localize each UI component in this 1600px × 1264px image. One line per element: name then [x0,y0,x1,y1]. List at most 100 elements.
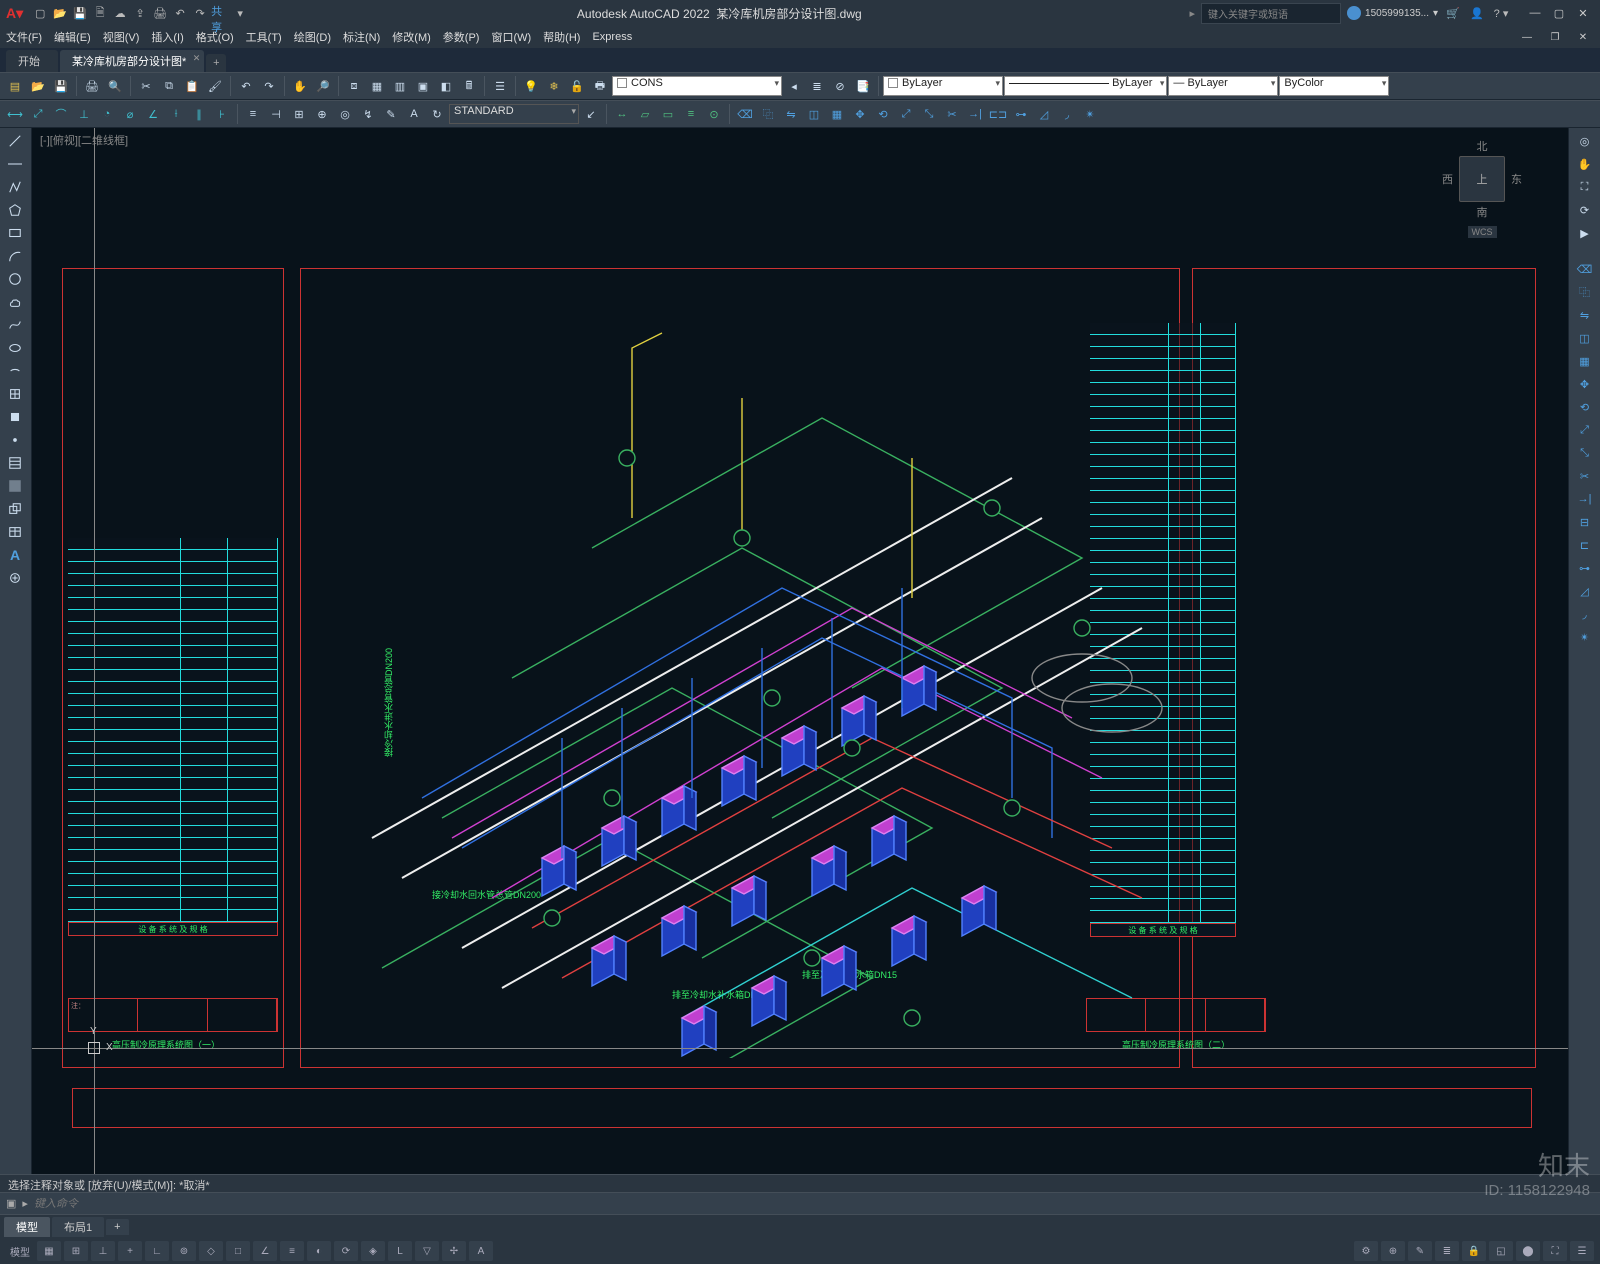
dyn-input-icon[interactable]: + [118,1241,142,1261]
tab-active-drawing[interactable]: 某冷库机房部分设计图*✕ [60,50,204,72]
dim-arc-icon[interactable]: ⌒ [50,103,72,125]
layer-off-icon[interactable]: ⊘ [829,75,851,97]
menu-window[interactable]: 窗口(W) [491,29,531,45]
undo-icon[interactable]: ↶ [235,75,257,97]
mod-scale-icon[interactable]: ⤢ [1572,419,1598,441]
make-block-icon[interactable] [2,406,28,428]
mod-copy-icon[interactable]: ⿻ [1572,281,1598,303]
tab-start[interactable]: 开始 [6,50,58,72]
linetype-control[interactable]: ByLayer [1004,76,1167,96]
menu-dim[interactable]: 标注(N) [343,29,380,45]
array-icon[interactable]: ▦ [826,103,848,125]
status-model-label[interactable]: 模型 [10,1244,30,1259]
menu-draw[interactable]: 绘图(D) [294,29,331,45]
menu-insert[interactable]: 插入(I) [151,29,183,45]
layer-state-icon[interactable]: 📑 [852,75,874,97]
save-icon[interactable]: 💾 [50,75,72,97]
area-icon[interactable]: ▱ [634,103,656,125]
dim-aligned-icon[interactable]: ⤢ [27,103,49,125]
snap-toggle-icon[interactable]: ⊞ [64,1241,88,1261]
doc-minimize-button[interactable]: — [1516,28,1538,46]
break-icon[interactable]: ⊏⊐ [987,103,1009,125]
account-icon[interactable]: 👤 [1468,4,1486,22]
match-icon[interactable]: 🖌 [204,75,226,97]
extend-icon[interactable]: →| [964,103,986,125]
join-icon[interactable]: ⊶ [1010,103,1032,125]
lwt-toggle-icon[interactable]: ≡ [280,1241,304,1261]
jog-icon[interactable]: ↯ [357,103,379,125]
sel-filter-icon[interactable]: ▽ [415,1241,439,1261]
revcloud-icon[interactable] [2,291,28,313]
inspect-icon[interactable]: ◎ [334,103,356,125]
gizmo-icon[interactable]: ✢ [442,1241,466,1261]
tab-add-layout[interactable]: + [106,1219,128,1235]
preview-icon[interactable]: 🔍 [104,75,126,97]
lineweight-control[interactable]: — ByLayer [1168,76,1278,96]
dim-baseline-icon[interactable]: ∥ [188,103,210,125]
dyn-ucs-icon[interactable]: L [388,1241,412,1261]
pan-icon[interactable]: ✋ [289,75,311,97]
gradient-icon[interactable] [2,475,28,497]
menu-file[interactable]: 文件(F) [6,29,42,45]
qat-share-icon[interactable]: → 共享 [211,4,229,22]
lockui-icon[interactable]: 🔒 [1462,1241,1486,1261]
xline-icon[interactable] [2,153,28,175]
qat-redo-icon[interactable]: ↷ [191,4,209,22]
plotstyle-control[interactable]: ByColor [1279,76,1389,96]
polyline-icon[interactable] [2,176,28,198]
otrack-toggle-icon[interactable]: ∠ [253,1241,277,1261]
markup-icon[interactable]: ◧ [435,75,457,97]
redo-icon[interactable]: ↷ [258,75,280,97]
dim-radius-icon[interactable]: ◔ [96,103,118,125]
textstyle-combo[interactable]: STANDARD [449,104,579,124]
line-icon[interactable] [2,130,28,152]
units-icon[interactable]: ✎ [1408,1241,1432,1261]
dim-quick-icon[interactable]: ⟊ [165,103,187,125]
qat-save-icon[interactable]: 💾 [71,4,89,22]
workspace-switch-icon[interactable]: ⚙ [1354,1241,1378,1261]
nav-wheel-icon[interactable]: ◎ [1572,130,1598,152]
mod-move-icon[interactable]: ✥ [1572,373,1598,395]
ellipse-icon[interactable] [2,337,28,359]
distance-icon[interactable]: ↔ [611,103,633,125]
polar-toggle-icon[interactable]: ⊚ [172,1241,196,1261]
layer-plot-icon[interactable]: 🖶 [589,75,611,97]
move-icon[interactable]: ✥ [849,103,871,125]
dim-diameter-icon[interactable]: ⌀ [119,103,141,125]
isolate-icon[interactable]: ◱ [1489,1241,1513,1261]
point-icon[interactable] [2,429,28,451]
menu-edit[interactable]: 编辑(E) [54,29,91,45]
properties-icon[interactable]: ⧈ [343,75,365,97]
customize-icon[interactable]: ☰ [1570,1241,1594,1261]
dim-edit-icon[interactable]: ✎ [380,103,402,125]
viewcube-top-face[interactable]: 上 [1459,156,1505,202]
qat-plot-icon[interactable]: 🖨 [151,4,169,22]
hatch-icon[interactable] [2,452,28,474]
viewcube-south[interactable]: 南 [1442,204,1522,220]
mod-erase-icon[interactable]: ⌫ [1572,258,1598,280]
dim-break-icon[interactable]: ⊣ [265,103,287,125]
qprops-icon[interactable]: ≣ [1435,1241,1459,1261]
qat-saveas-icon[interactable]: 🗎 [91,4,109,22]
chamfer-icon[interactable]: ◿ [1033,103,1055,125]
dim-space-icon[interactable]: ≡ [242,103,264,125]
close-icon[interactable]: ✕ [193,53,201,64]
infer-toggle-icon[interactable]: ⊥ [91,1241,115,1261]
rotate-icon[interactable]: ⟲ [872,103,894,125]
layer-combo[interactable]: CONS [612,76,782,96]
dim-ordinate-icon[interactable]: ⊥ [73,103,95,125]
circle-icon[interactable] [2,268,28,290]
designcenter-icon[interactable]: ▦ [366,75,388,97]
menu-modify[interactable]: 修改(M) [392,29,431,45]
rectangle-icon[interactable] [2,222,28,244]
nav-pan-icon[interactable]: ✋ [1572,153,1598,175]
maximize-button[interactable]: ▢ [1548,4,1570,22]
dimstyle-icon[interactable]: ↙ [580,103,602,125]
trim-icon[interactable]: ✂ [941,103,963,125]
menu-express[interactable]: Express [592,31,632,43]
nav-zoomext-icon[interactable]: ⛶ [1572,176,1598,198]
mod-chamfer-icon[interactable]: ◿ [1572,580,1598,602]
viewcube-east[interactable]: 东 [1511,171,1522,187]
explode-icon[interactable]: ✴ [1079,103,1101,125]
mod-breakpt-icon[interactable]: ⊟ [1572,511,1598,533]
